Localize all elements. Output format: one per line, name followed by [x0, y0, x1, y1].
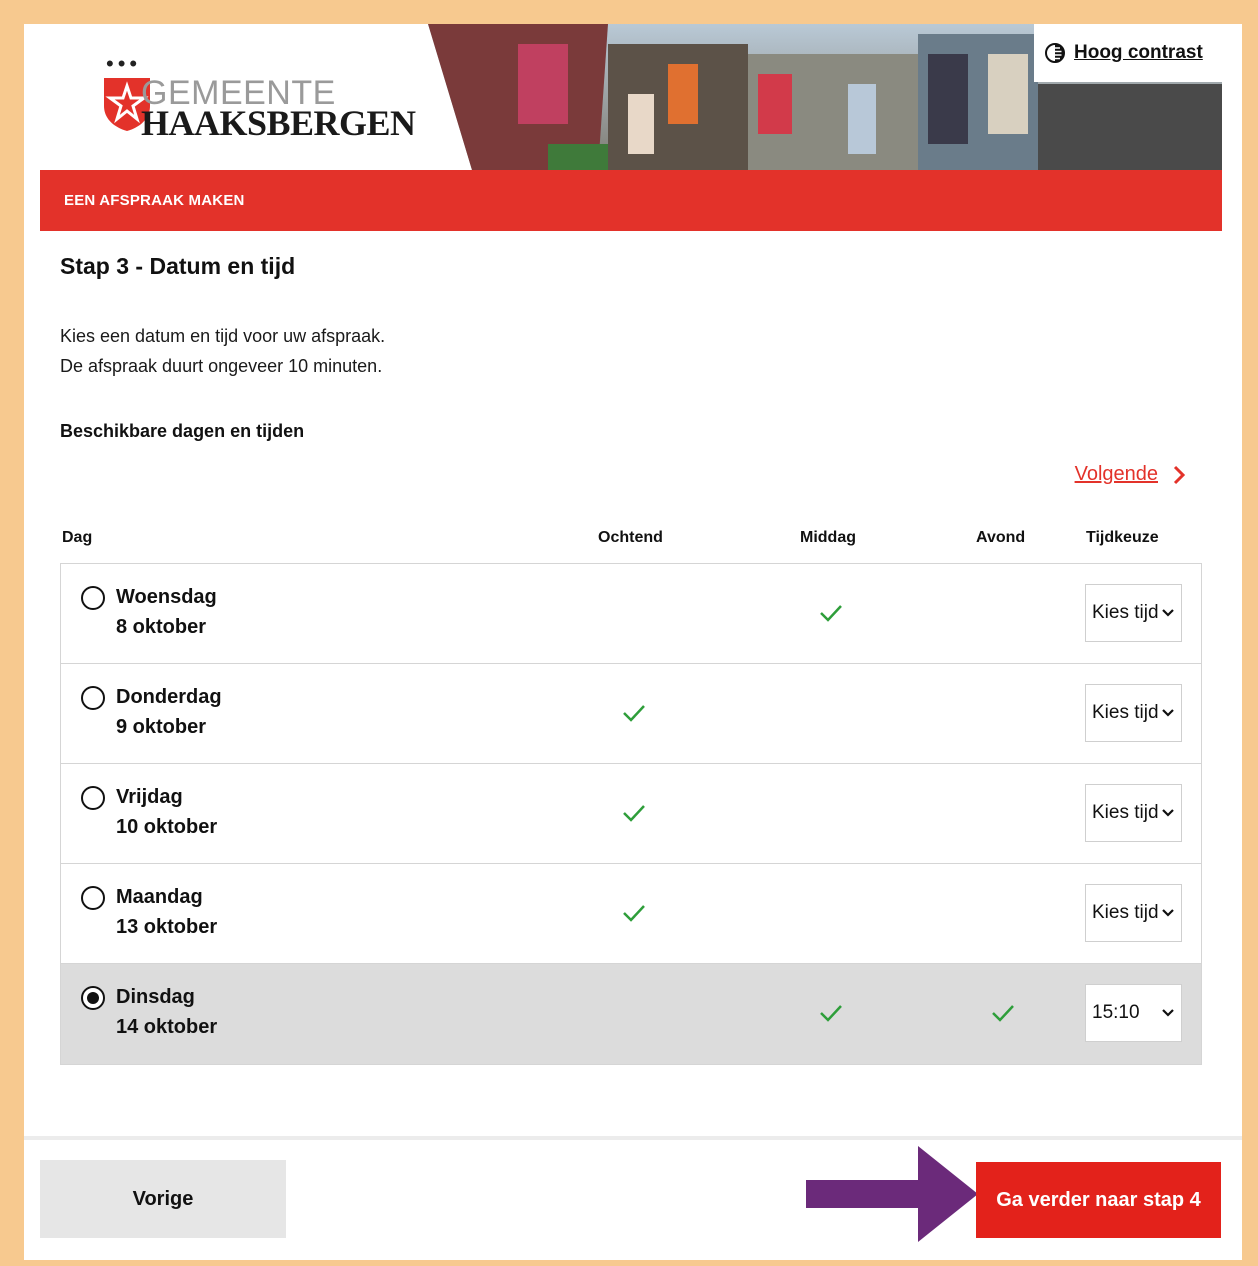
continue-step4-button[interactable]: Ga verder naar stap 4: [976, 1162, 1221, 1238]
time-select-value: Kies tijd: [1092, 702, 1159, 723]
chevron-down-icon: [1162, 1009, 1174, 1017]
chevron-down-icon: [1162, 909, 1174, 917]
page-frame: ••• GEMEENTE HAAKSBERGEN Hoog contrast E…: [24, 24, 1242, 1260]
chevron-down-icon: [1162, 709, 1174, 717]
chevron-down-icon: [1162, 609, 1174, 617]
column-header: Ochtend: [598, 529, 663, 546]
day-row[interactable]: Maandag 13 oktober Kies tijd: [61, 864, 1201, 964]
day-date: 13 oktober: [116, 916, 218, 938]
time-select-value: Kies tijd: [1092, 802, 1159, 823]
day-date: 10 oktober: [116, 816, 218, 838]
next-link-label: Volgende: [1074, 463, 1158, 485]
time-select[interactable]: Kies tijd: [1085, 884, 1182, 942]
intro-line: Kies een datum en tijd voor uw afspraak.: [60, 326, 386, 346]
previous-button[interactable]: Vorige: [40, 1160, 286, 1238]
contrast-icon: [1045, 43, 1065, 63]
chevron-right-icon: [1173, 465, 1186, 484]
time-select[interactable]: Kies tijd: [1085, 584, 1182, 642]
day-name: Donderdag: [116, 686, 222, 708]
intro-text: Kies een datum en tijd voor uw afspraak.…: [60, 321, 385, 381]
day-radio[interactable]: [81, 986, 105, 1010]
time-select[interactable]: Kies tijd: [1085, 684, 1182, 742]
footer-bar: Vorige Ga verder naar stap 4: [24, 1136, 1242, 1260]
column-header: Dag: [62, 529, 93, 546]
day-date: 8 oktober: [116, 616, 207, 638]
column-header: Middag: [800, 529, 856, 546]
day-row[interactable]: Vrijdag 10 oktober Kies tijd: [61, 764, 1201, 864]
time-select[interactable]: Kies tijd: [1085, 784, 1182, 842]
checkmark-icon: [820, 605, 842, 622]
time-select-value: Kies tijd: [1092, 602, 1159, 623]
day-date: 9 oktober: [116, 716, 207, 738]
contrast-label: Hoog contrast: [1074, 42, 1203, 63]
checkmark-icon: [623, 805, 645, 822]
day-name: Vrijdag: [116, 786, 183, 808]
time-select[interactable]: 15:10: [1085, 984, 1182, 1042]
arrow-pointer-icon: [806, 1146, 978, 1242]
day-radio[interactable]: [81, 586, 105, 610]
table-header: Dag Ochtend Middag Avond Tijdkeuze: [60, 529, 1202, 561]
checkmark-icon: [623, 705, 645, 722]
chevron-down-icon: [1162, 809, 1174, 817]
day-radio[interactable]: [81, 686, 105, 710]
day-name: Maandag: [116, 886, 203, 908]
municipality-logo[interactable]: ••• GEMEENTE HAAKSBERGEN: [84, 51, 416, 144]
day-row[interactable]: Dinsdag 14 oktober 15:10: [61, 964, 1201, 1064]
time-select-value: Kies tijd: [1092, 902, 1159, 923]
time-select-value: 15:10: [1092, 1002, 1140, 1023]
high-contrast-toggle[interactable]: Hoog contrast: [1034, 24, 1222, 82]
day-row[interactable]: Donderdag 9 oktober Kies tijd: [61, 664, 1201, 764]
site-header: ••• GEMEENTE HAAKSBERGEN Hoog contrast: [40, 24, 1222, 170]
section-title: Beschikbare dagen en tijden: [60, 421, 305, 441]
day-name: Woensdag: [116, 586, 217, 608]
logo-line2: HAAKSBERGEN: [141, 103, 416, 143]
column-header: Avond: [976, 529, 1026, 546]
day-row[interactable]: Woensdag 8 oktober Kies tijd: [61, 564, 1201, 664]
banner-title: EEN AFSPRAAK MAKEN: [64, 192, 245, 209]
checkmark-icon: [820, 1005, 842, 1022]
next-week-link[interactable]: Volgende: [1075, 463, 1186, 486]
page-banner: EEN AFSPRAAK MAKEN: [40, 170, 1222, 231]
checkmark-icon: [623, 905, 645, 922]
day-radio[interactable]: [81, 886, 105, 910]
day-name: Dinsdag: [116, 986, 195, 1008]
column-header: Tijdkeuze: [1086, 529, 1159, 546]
checkmark-icon: [992, 1005, 1014, 1022]
intro-line: De afspraak duurt ongeveer 10 minuten.: [60, 356, 383, 376]
days-table: Woensdag 8 oktober Kies tijd Donderdag 9 okt…: [60, 563, 1202, 1065]
day-date: 14 oktober: [116, 1016, 218, 1038]
day-radio[interactable]: [81, 786, 105, 810]
crown-icon: •••: [106, 51, 142, 76]
step-title: Stap 3 - Datum en tijd: [60, 253, 296, 279]
